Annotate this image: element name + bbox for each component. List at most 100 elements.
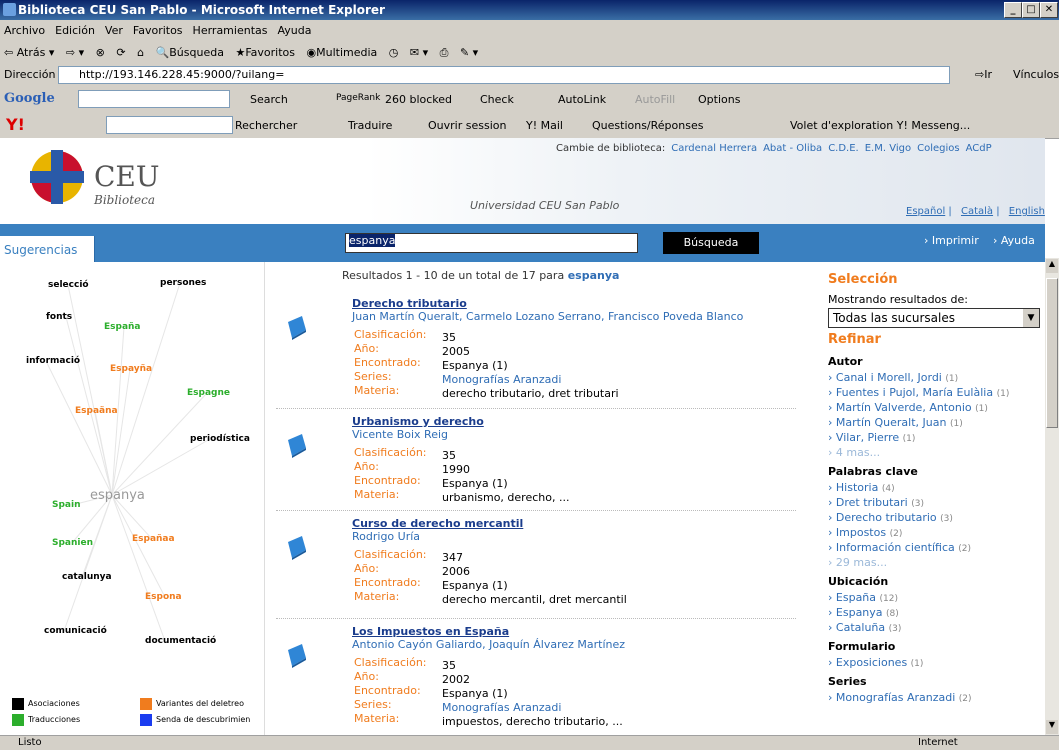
- close-button[interactable]: ✕: [1040, 2, 1058, 18]
- facet-link[interactable]: › España (12): [828, 591, 898, 604]
- cloud-word[interactable]: documentació: [145, 636, 216, 646]
- open-session-button[interactable]: Ouvrir session: [428, 119, 506, 132]
- facet-more-link[interactable]: › 29 mas...: [828, 556, 887, 569]
- cloud-word[interactable]: catalunya: [62, 572, 112, 582]
- address-input[interactable]: http://193.146.228.45:9000/?uilang=: [58, 66, 950, 84]
- menu-item-0[interactable]: Archivo: [4, 24, 45, 37]
- options-button[interactable]: Options: [698, 93, 740, 106]
- rechercher-button[interactable]: Rechercher: [235, 119, 297, 132]
- library-link[interactable]: ACdP: [966, 143, 992, 154]
- chevron-down-icon[interactable]: ▼: [1023, 309, 1039, 327]
- facet-link[interactable]: › Fuentes i Pujol, María Eulàlia (1): [828, 386, 1009, 399]
- cloud-word[interactable]: fonts: [46, 312, 72, 322]
- result-title-link[interactable]: Derecho tributario: [352, 297, 467, 310]
- tab-sugerencias[interactable]: Sugerencias: [0, 236, 95, 262]
- links-button[interactable]: Vínculos: [1013, 68, 1059, 81]
- library-link[interactable]: Abat - Oliba: [763, 143, 822, 154]
- cloud-word[interactable]: Espaäna: [75, 406, 118, 416]
- multimedia-button[interactable]: ◉Multimedia: [307, 46, 378, 59]
- result-authors[interactable]: Rodrigo Uría: [352, 530, 420, 543]
- menu-item-2[interactable]: Ver: [105, 24, 123, 37]
- facet-link[interactable]: › Espanya (8): [828, 606, 899, 619]
- back-button[interactable]: ⇦ Atrás ▾: [4, 46, 54, 59]
- print-link[interactable]: › Imprimir: [924, 234, 979, 247]
- language-link[interactable]: Català: [961, 206, 993, 217]
- maximize-button[interactable]: □: [1022, 2, 1040, 18]
- cloud-word[interactable]: comunicació: [44, 626, 107, 636]
- facet-link[interactable]: › Martín Valverde, Antonio (1): [828, 401, 988, 414]
- facet-link[interactable]: › Exposiciones (1): [828, 656, 923, 669]
- facet-link[interactable]: › Canal i Morell, Jordi (1): [828, 371, 958, 384]
- field-value[interactable]: Monografías Aranzadi: [442, 373, 561, 386]
- refresh-icon[interactable]: ⟳: [116, 46, 125, 59]
- scroll-down-icon[interactable]: ▼: [1046, 720, 1058, 734]
- autofill-button[interactable]: AutoFill: [635, 93, 675, 106]
- cloud-word[interactable]: Espagne: [187, 388, 230, 398]
- field-value[interactable]: Monografías Aranzadi: [442, 701, 561, 714]
- facet-link[interactable]: › Cataluña (3): [828, 621, 901, 634]
- cloud-word[interactable]: Espayña: [110, 364, 152, 374]
- forward-button[interactable]: ⇨ ▾: [66, 46, 84, 59]
- search-input[interactable]: espanya: [345, 233, 638, 253]
- menu-item-3[interactable]: Favoritos: [133, 24, 183, 37]
- result-title-link[interactable]: Los Impuestos en España: [352, 625, 509, 638]
- cloud-word[interactable]: Españaa: [132, 534, 175, 544]
- stop-icon[interactable]: ⊗: [96, 46, 105, 59]
- google-search-button[interactable]: Search: [250, 93, 288, 106]
- cloud-word[interactable]: Spanien: [52, 538, 93, 548]
- scrollbar-thumb[interactable]: [1046, 278, 1058, 428]
- yahoo-logo-icon[interactable]: Y!: [6, 115, 25, 134]
- search-button[interactable]: Búsqueda: [663, 232, 759, 254]
- page-scrollbar[interactable]: ▲ ▼: [1045, 258, 1059, 735]
- help-link[interactable]: › Ayuda: [993, 234, 1035, 247]
- language-link[interactable]: English: [1009, 206, 1045, 217]
- mail-icon[interactable]: ✉ ▾: [410, 46, 428, 59]
- branch-select[interactable]: Todas las sucursales ▼: [828, 308, 1040, 328]
- yahoo-search-input[interactable]: [106, 116, 233, 134]
- library-link[interactable]: Cardenal Herrera: [671, 143, 757, 154]
- print-icon[interactable]: ⎙: [440, 46, 449, 60]
- facet-link[interactable]: › Vilar, Pierre (1): [828, 431, 915, 444]
- questions-button[interactable]: Questions/Réponses: [592, 119, 703, 132]
- cloud-word[interactable]: España: [104, 322, 141, 332]
- google-search-input[interactable]: [78, 90, 230, 108]
- autolink-button[interactable]: AutoLink: [558, 93, 606, 106]
- language-link[interactable]: Español: [906, 206, 945, 217]
- cloud-word[interactable]: informació: [26, 356, 80, 366]
- menu-item-5[interactable]: Ayuda: [277, 24, 311, 37]
- cloud-word[interactable]: Espona: [145, 592, 182, 602]
- facet-more-link[interactable]: › 4 mas...: [828, 446, 880, 459]
- cloud-word[interactable]: selecció: [48, 280, 89, 290]
- facet-link[interactable]: › Monografías Aranzadi (2): [828, 691, 972, 704]
- facet-link[interactable]: › Martín Queralt, Juan (1): [828, 416, 963, 429]
- cloud-word[interactable]: persones: [160, 278, 206, 288]
- result-authors[interactable]: Vicente Boix Reig: [352, 428, 448, 441]
- library-link[interactable]: Colegios: [917, 143, 960, 154]
- library-link[interactable]: C.D.E.: [828, 143, 859, 154]
- result-title-link[interactable]: Urbanismo y derecho: [352, 415, 484, 428]
- home-icon[interactable]: ⌂: [137, 46, 144, 59]
- result-authors[interactable]: Juan Martín Queralt, Carmelo Lozano Serr…: [352, 310, 743, 323]
- ymail-button[interactable]: Y! Mail: [526, 119, 563, 132]
- result-title-link[interactable]: Curso de derecho mercantil: [352, 517, 523, 530]
- popup-blocked[interactable]: 260 blocked: [385, 93, 452, 106]
- facet-link[interactable]: › Información científica (2): [828, 541, 971, 554]
- favorites-button[interactable]: ★Favoritos: [235, 46, 295, 59]
- library-link[interactable]: E.M. Vigo: [865, 143, 911, 154]
- spell-check-button[interactable]: Check: [480, 93, 514, 106]
- go-button[interactable]: ⇨Ir: [975, 68, 992, 81]
- menu-item-1[interactable]: Edición: [55, 24, 95, 37]
- search-button[interactable]: 🔍Búsqueda: [156, 46, 224, 59]
- facet-link[interactable]: › Historia (4): [828, 481, 895, 494]
- facet-link[interactable]: › Derecho tributario (3): [828, 511, 953, 524]
- google-logo[interactable]: Google: [4, 91, 55, 106]
- minimize-button[interactable]: _: [1004, 2, 1022, 18]
- cloud-word[interactable]: Spain: [52, 500, 81, 510]
- scroll-up-icon[interactable]: ▲: [1046, 259, 1058, 273]
- cloud-word[interactable]: periodística: [190, 434, 250, 444]
- edit-icon[interactable]: ✎ ▾: [460, 46, 478, 59]
- ceu-logo-icon[interactable]: [30, 150, 84, 204]
- traduire-button[interactable]: Traduire: [348, 119, 392, 132]
- history-icon[interactable]: ◷: [389, 46, 399, 59]
- messenger-panel-button[interactable]: Volet d'exploration Y! Messeng...: [790, 119, 970, 132]
